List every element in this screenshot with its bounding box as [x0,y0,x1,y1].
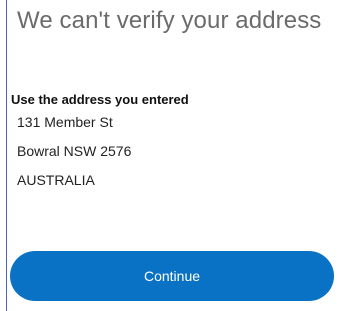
address-line-street: 131 Member St [17,114,113,130]
continue-button[interactable]: Continue [10,251,334,301]
address-line-country: AUSTRALIA [17,172,95,188]
address-line-suburb: Bowral NSW 2576 [17,143,132,159]
dialog-title: We can't verify your address [17,7,322,34]
address-verification-dialog: We can't verify your address Use the add… [7,0,346,311]
entered-address-heading: Use the address you entered [11,92,189,107]
